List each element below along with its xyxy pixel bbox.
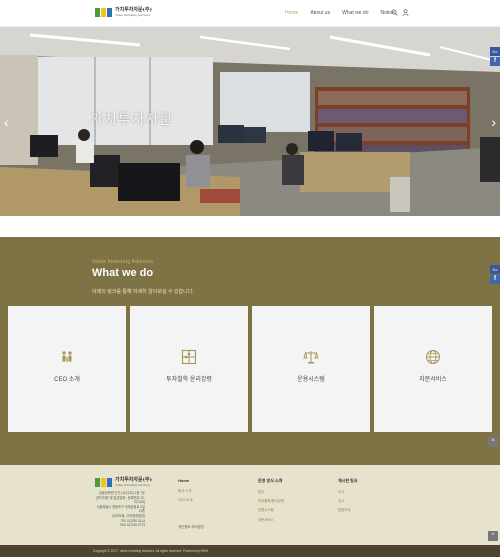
social-sidebar: Ko f: [490, 265, 500, 284]
what-we-do-section: Value Investing Advisors What we do 아래의 …: [0, 237, 500, 465]
footer-link[interactable]: 자문서비스: [258, 517, 284, 522]
footer-link[interactable]: 법정이의: [338, 507, 358, 512]
copyright-bar: Copyright © 2017, Value Investing Adviso…: [0, 545, 500, 557]
section-subtitle: Value Investing Advisors: [92, 259, 154, 265]
footer-link[interactable]: 업무: [258, 489, 284, 494]
site-logo[interactable]: 가치투자자문(주) Value Investing Advisors: [95, 8, 152, 18]
footer-link[interactable]: 투자철학/윤리강령: [258, 498, 284, 503]
search-icon[interactable]: [391, 9, 398, 16]
address-line: (투자자문 및 일임업체 : 등록번호 10-92-135): [95, 495, 145, 505]
footer-col-operations: 운영 방식 소개 업무 투자철학/윤리강령 운용시스템 자문서비스: [258, 478, 284, 526]
hero-title: 가치투자자문: [90, 112, 174, 128]
language-toggle[interactable]: Ko: [490, 265, 500, 274]
section-description: 아래의 링크를 통해 자세히 알아보실 수 있습니다.: [92, 289, 194, 295]
logo-mark: [95, 8, 112, 18]
hero-slider: 가치투자자문 ‹ › Ko f: [0, 27, 500, 216]
footer-link[interactable]: CEO 소개: [178, 497, 193, 502]
footer-logo-name-en: Value Investing Advisors: [115, 483, 151, 487]
social-sidebar-top: Ko f: [490, 47, 500, 66]
card-label: 투자철학 윤리강령: [166, 377, 212, 383]
site-footer: 가치투자자문(주) Value Investing Advisors 금융감독원…: [0, 465, 500, 545]
card-system[interactable]: 운용시스템: [252, 306, 370, 432]
scale-icon: [303, 351, 319, 364]
site-header: 가치투자자문(주) Value Investing Advisors Home …: [0, 0, 500, 27]
footer-link[interactable]: 소식: [338, 489, 358, 494]
footer-col-heading[interactable]: 게시판 링크: [338, 478, 358, 484]
hero-next-arrow[interactable]: ›: [491, 115, 496, 129]
card-advisory[interactable]: 자문서비스: [374, 306, 492, 432]
main-nav: Home About us What we do Notice: [285, 10, 407, 16]
footer-col-home: Home 회사 소개 CEO 소개: [178, 478, 193, 506]
nav-home[interactable]: Home: [285, 10, 298, 16]
privacy-policy-link[interactable]: 개인정보 처리방침: [178, 524, 204, 529]
footer-logo[interactable]: 가치투자자문(주) Value Investing Advisors: [95, 478, 152, 488]
logo-mark: [95, 478, 112, 488]
footer-link[interactable]: 회사 소개: [178, 488, 193, 493]
user-icon[interactable]: [402, 9, 409, 16]
people-icon: [62, 351, 72, 362]
facebook-icon[interactable]: f: [490, 275, 500, 284]
scroll-to-top-button[interactable]: ^: [488, 531, 498, 541]
footer-col-heading[interactable]: 운영 방식 소개: [258, 478, 284, 484]
card-label: CEO 소개: [54, 377, 80, 383]
fax-number: FAX 02)780-0773: [120, 523, 145, 528]
globe-icon: [426, 350, 440, 364]
card-label: 자문서비스: [419, 377, 447, 383]
footer-link[interactable]: 운용시스템: [258, 507, 284, 512]
card-philosophy[interactable]: 투자철학 윤리강령: [130, 306, 248, 432]
card-ceo[interactable]: CEO 소개: [8, 306, 126, 432]
copyright-text: Copyright © 2017, Value Investing Adviso…: [93, 549, 209, 553]
puzzle-icon: [181, 349, 197, 365]
footer-link[interactable]: 공시: [338, 498, 358, 503]
hero-prev-arrow[interactable]: ‹: [4, 115, 9, 129]
address-line: 서울특별시 영등포구 국제금융로 2길 11층: [96, 504, 145, 514]
company-address: 금융감독원 인가 (110132) 1층 7호 (투자자문 및 일임업체 : 등…: [93, 491, 145, 528]
hero-office-photo: [0, 27, 500, 216]
footer-col-board: 게시판 링크 소식 공시 법정이의: [338, 478, 358, 517]
address-line: 금융감독원 인가 (110132) 1층 7호: [98, 491, 145, 495]
language-toggle[interactable]: Ko: [490, 47, 500, 56]
nav-about-us[interactable]: About us: [310, 10, 330, 16]
nav-what-we-do[interactable]: What we do: [342, 10, 368, 16]
logo-name-en: Value Investing Advisors: [115, 13, 151, 17]
card-label: 운용시스템: [297, 377, 325, 383]
section-title: What we do: [92, 267, 154, 279]
facebook-icon[interactable]: f: [490, 57, 500, 66]
scroll-to-top-button[interactable]: ^: [488, 437, 498, 447]
page: 가치투자자문(주) Value Investing Advisors Home …: [0, 0, 500, 557]
footer-col-heading[interactable]: Home: [178, 478, 193, 483]
